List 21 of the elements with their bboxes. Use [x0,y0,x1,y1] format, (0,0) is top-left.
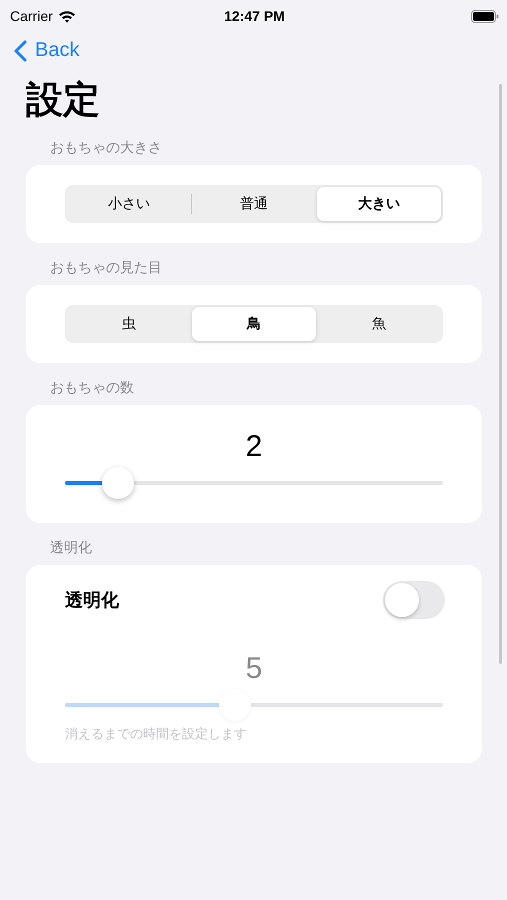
slider-value: 2 [244,429,264,465]
segment-button[interactable]: 大きい [317,187,441,221]
slider-caption: 消えるまでの時間を設定します [65,726,248,743]
section-header: 透明化 [50,539,93,557]
battery-icon [470,10,499,22]
section-header: おもちゃの見た目 [50,259,163,277]
status-time: 12:47 PM [224,8,285,24]
carrier-label: Carrier [10,8,53,24]
segment-button[interactable]: 小さい [67,187,191,221]
segment-button[interactable]: 鳥 [192,307,316,341]
chevron-left-icon [14,40,27,62]
wifi-icon [58,10,76,22]
segment-button[interactable]: 魚 [317,307,441,341]
toggle-label: 透明化 [65,589,119,612]
section-header: おもちゃの数 [50,379,135,397]
slider-value: 5 [244,651,264,687]
section-header: おもちゃの大きさ [50,139,163,157]
segment-button[interactable]: 普通 [192,187,316,221]
slider-thumb[interactable] [102,467,134,499]
page-title: 設定 [26,77,101,123]
segment-button[interactable]: 虫 [67,307,191,341]
